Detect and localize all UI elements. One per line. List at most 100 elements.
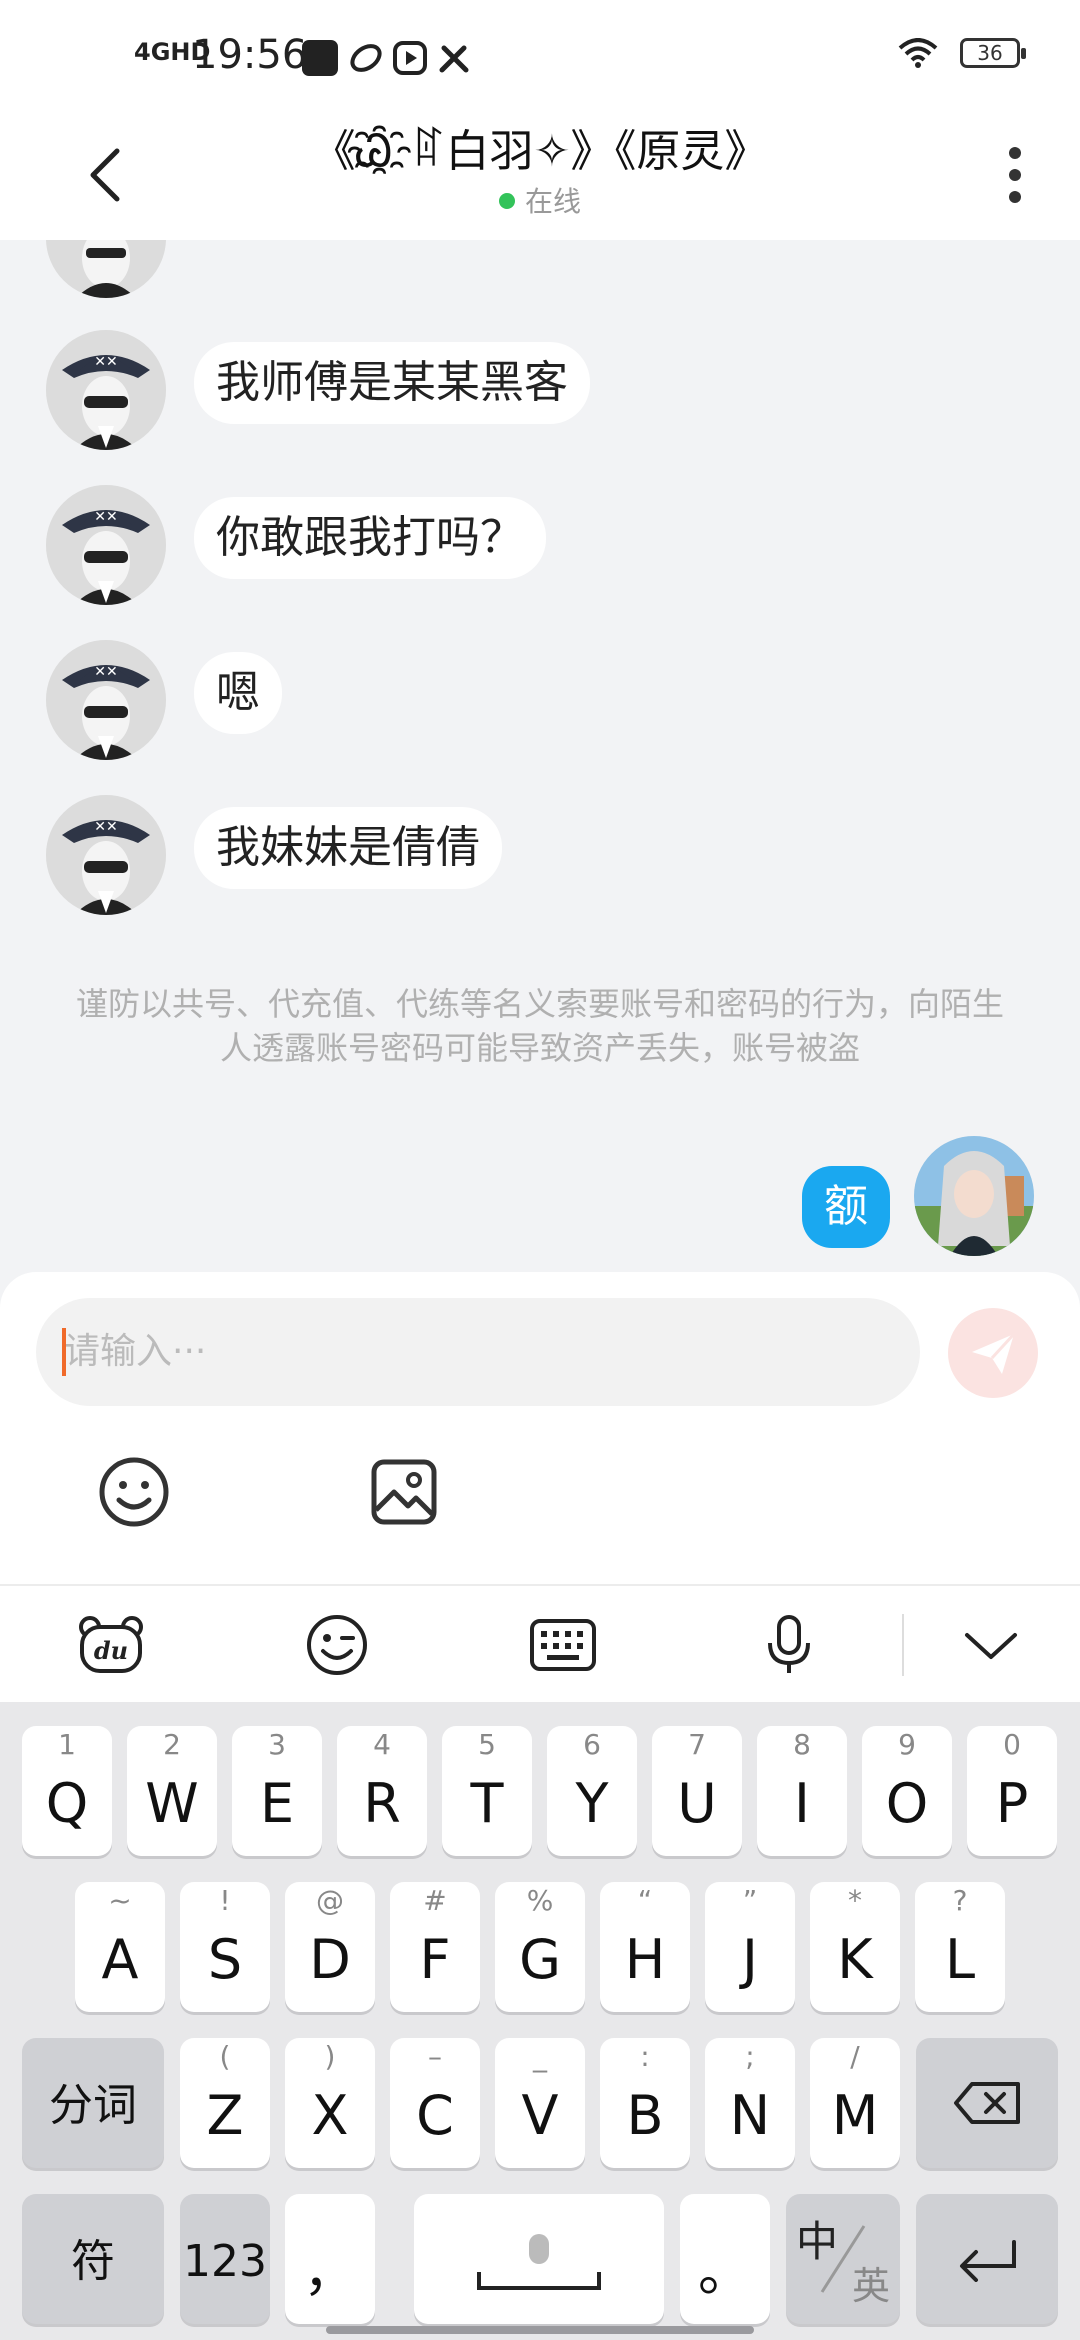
- message-row: ✕✕ 嗯: [46, 640, 282, 760]
- contact-avatar[interactable]: ✕✕: [46, 330, 166, 450]
- security-notice: 谨防以共号、代充值、代练等名义索要账号和密码的行为，向陌生人透露账号密码可能导致…: [75, 985, 1004, 1067]
- my-message-bubble[interactable]: 额: [802, 1166, 890, 1248]
- message-input[interactable]: 请输入···: [36, 1298, 920, 1406]
- svg-text:✕✕: ✕✕: [94, 509, 117, 525]
- tools-notification-icon: [436, 40, 472, 76]
- key-y[interactable]: 6Y: [547, 1726, 637, 1856]
- backspace-key[interactable]: [916, 2038, 1058, 2168]
- key-q[interactable]: 1Q: [22, 1726, 112, 1856]
- image-icon: [371, 1459, 437, 1525]
- enter-key[interactable]: [916, 2194, 1058, 2324]
- return-icon: [960, 2240, 1016, 2282]
- key-r[interactable]: 4R: [337, 1726, 427, 1856]
- message-row-partial: [46, 240, 384, 298]
- contact-avatar[interactable]: ✕✕: [46, 485, 166, 605]
- svg-text:du: du: [94, 1636, 128, 1665]
- chat-header: 《Ꮚ҈ꍏ白羽✧》《原灵》 在线: [0, 110, 1080, 240]
- key-g[interactable]: % G: [495, 1882, 585, 2012]
- smiley-icon: [99, 1457, 169, 1527]
- key-k[interactable]: * K: [810, 1882, 900, 2012]
- microphone-icon: [768, 1615, 810, 1673]
- key-p[interactable]: 0P: [967, 1726, 1057, 1856]
- leaf-notification-icon: [348, 40, 384, 76]
- key-t[interactable]: 5T: [442, 1726, 532, 1856]
- keyboard: 1Q 2W 3E 4R 5T 6Y 7U 8I 9O 0P ~ A ! S @ D #…: [0, 1702, 1080, 2340]
- toolbar-divider: [902, 1614, 904, 1676]
- input-panel: 请输入···: [0, 1272, 1080, 1584]
- app-notification-icon: [302, 40, 338, 76]
- key-j[interactable]: ” J: [705, 1882, 795, 2012]
- chat-messages[interactable]: ✕✕ 我师傅是某某黑客 ✕✕ 你敢跟我打吗？ ✕✕ 嗯 ✕✕ 我妹妹是倩倩 谨防…: [0, 240, 1080, 1272]
- svg-text:✕✕: ✕✕: [94, 664, 117, 680]
- voice-input-button[interactable]: [754, 1610, 824, 1680]
- my-avatar[interactable]: [914, 1136, 1034, 1256]
- key-s[interactable]: ! S: [180, 1882, 270, 2012]
- status-right: 36: [898, 38, 1026, 68]
- space-key[interactable]: [414, 2194, 664, 2324]
- keyboard-emoji-button[interactable]: [302, 1610, 372, 1680]
- comma-key[interactable]: ，: [285, 2194, 375, 2324]
- battery-indicator: 36: [960, 38, 1026, 68]
- online-status-label: 在线: [524, 185, 581, 218]
- keyboard-icon: [530, 1619, 596, 1671]
- contact-avatar[interactable]: [46, 240, 166, 298]
- message-row: ✕✕ 你敢跟我打吗？: [46, 485, 546, 605]
- message-row: ✕✕ 我师傅是某某黑客: [46, 330, 590, 450]
- text-caret: [62, 1328, 66, 1376]
- more-options-button[interactable]: [990, 140, 1040, 210]
- emoji-button[interactable]: [94, 1452, 174, 1532]
- hide-keyboard-button[interactable]: [956, 1610, 1026, 1680]
- key-v[interactable]: _ V: [495, 2038, 585, 2168]
- svg-text:✕✕: ✕✕: [94, 819, 117, 835]
- key-a[interactable]: ~ A: [75, 1882, 165, 2012]
- key-x[interactable]: ) X: [285, 2038, 375, 2168]
- segment-key[interactable]: 分词: [22, 2038, 164, 2168]
- svg-text:✕✕: ✕✕: [94, 354, 117, 370]
- message-input-placeholder: 请输入···: [64, 1331, 207, 1372]
- paper-plane-icon: [972, 1332, 1016, 1374]
- key-o[interactable]: 9O: [862, 1726, 952, 1856]
- number-key[interactable]: 123: [180, 2194, 270, 2324]
- contact-name: 《Ꮚ҈ꍏ白羽✧》《原灵》: [311, 126, 769, 177]
- wink-emoji-icon: [307, 1615, 367, 1675]
- key-d[interactable]: @ D: [285, 1882, 375, 2012]
- lang-en-label: 英: [851, 2264, 890, 2308]
- keyboard-layout-button[interactable]: [528, 1610, 598, 1680]
- key-e[interactable]: 3E: [232, 1726, 322, 1856]
- send-button[interactable]: [948, 1308, 1038, 1398]
- key-f[interactable]: # F: [390, 1882, 480, 2012]
- backspace-icon: [954, 2082, 1020, 2124]
- key-c[interactable]: – C: [390, 2038, 480, 2168]
- period-key[interactable]: 。: [680, 2194, 770, 2324]
- message-row: ✕✕ 我妹妹是倩倩: [46, 795, 502, 915]
- key-i[interactable]: 8I: [757, 1726, 847, 1856]
- keyboard-logo-button[interactable]: du: [76, 1610, 146, 1680]
- key-n[interactable]: ; N: [705, 2038, 795, 2168]
- message-bubble[interactable]: 我妹妹是倩倩: [194, 807, 502, 889]
- clock: 19:56: [192, 32, 308, 78]
- language-switch-key[interactable]: 中 英: [786, 2194, 900, 2324]
- online-status: 在线: [0, 180, 1080, 220]
- key-b[interactable]: :B: [600, 2038, 690, 2168]
- message-bubble[interactable]: 你敢跟我打吗？: [194, 497, 546, 579]
- symbol-key[interactable]: 符: [22, 2194, 164, 2324]
- space-bar-icon: [477, 2234, 601, 2290]
- message-bubble[interactable]: 我师傅是某某黑客: [194, 342, 590, 424]
- contact-avatar[interactable]: ✕✕: [46, 795, 166, 915]
- key-m[interactable]: / M: [810, 2038, 900, 2168]
- play-notification-icon: [392, 40, 428, 76]
- keyboard-toolbar: du: [0, 1584, 1080, 1702]
- status-bar: 4GHD 19:56 36: [0, 0, 1080, 110]
- key-l[interactable]: ? L: [915, 1882, 1005, 2012]
- home-indicator[interactable]: [326, 2326, 754, 2334]
- key-w[interactable]: 2W: [127, 1726, 217, 1856]
- key-z[interactable]: (Z: [180, 2038, 270, 2168]
- image-button[interactable]: [364, 1452, 444, 1532]
- key-u[interactable]: 7U: [652, 1726, 742, 1856]
- contact-avatar[interactable]: ✕✕: [46, 640, 166, 760]
- wifi-icon: [898, 38, 938, 68]
- my-message-row: 额: [802, 1136, 1034, 1256]
- key-h[interactable]: “H: [600, 1882, 690, 2012]
- chevron-down-icon: [965, 1633, 1017, 1659]
- message-bubble[interactable]: 嗯: [194, 652, 282, 734]
